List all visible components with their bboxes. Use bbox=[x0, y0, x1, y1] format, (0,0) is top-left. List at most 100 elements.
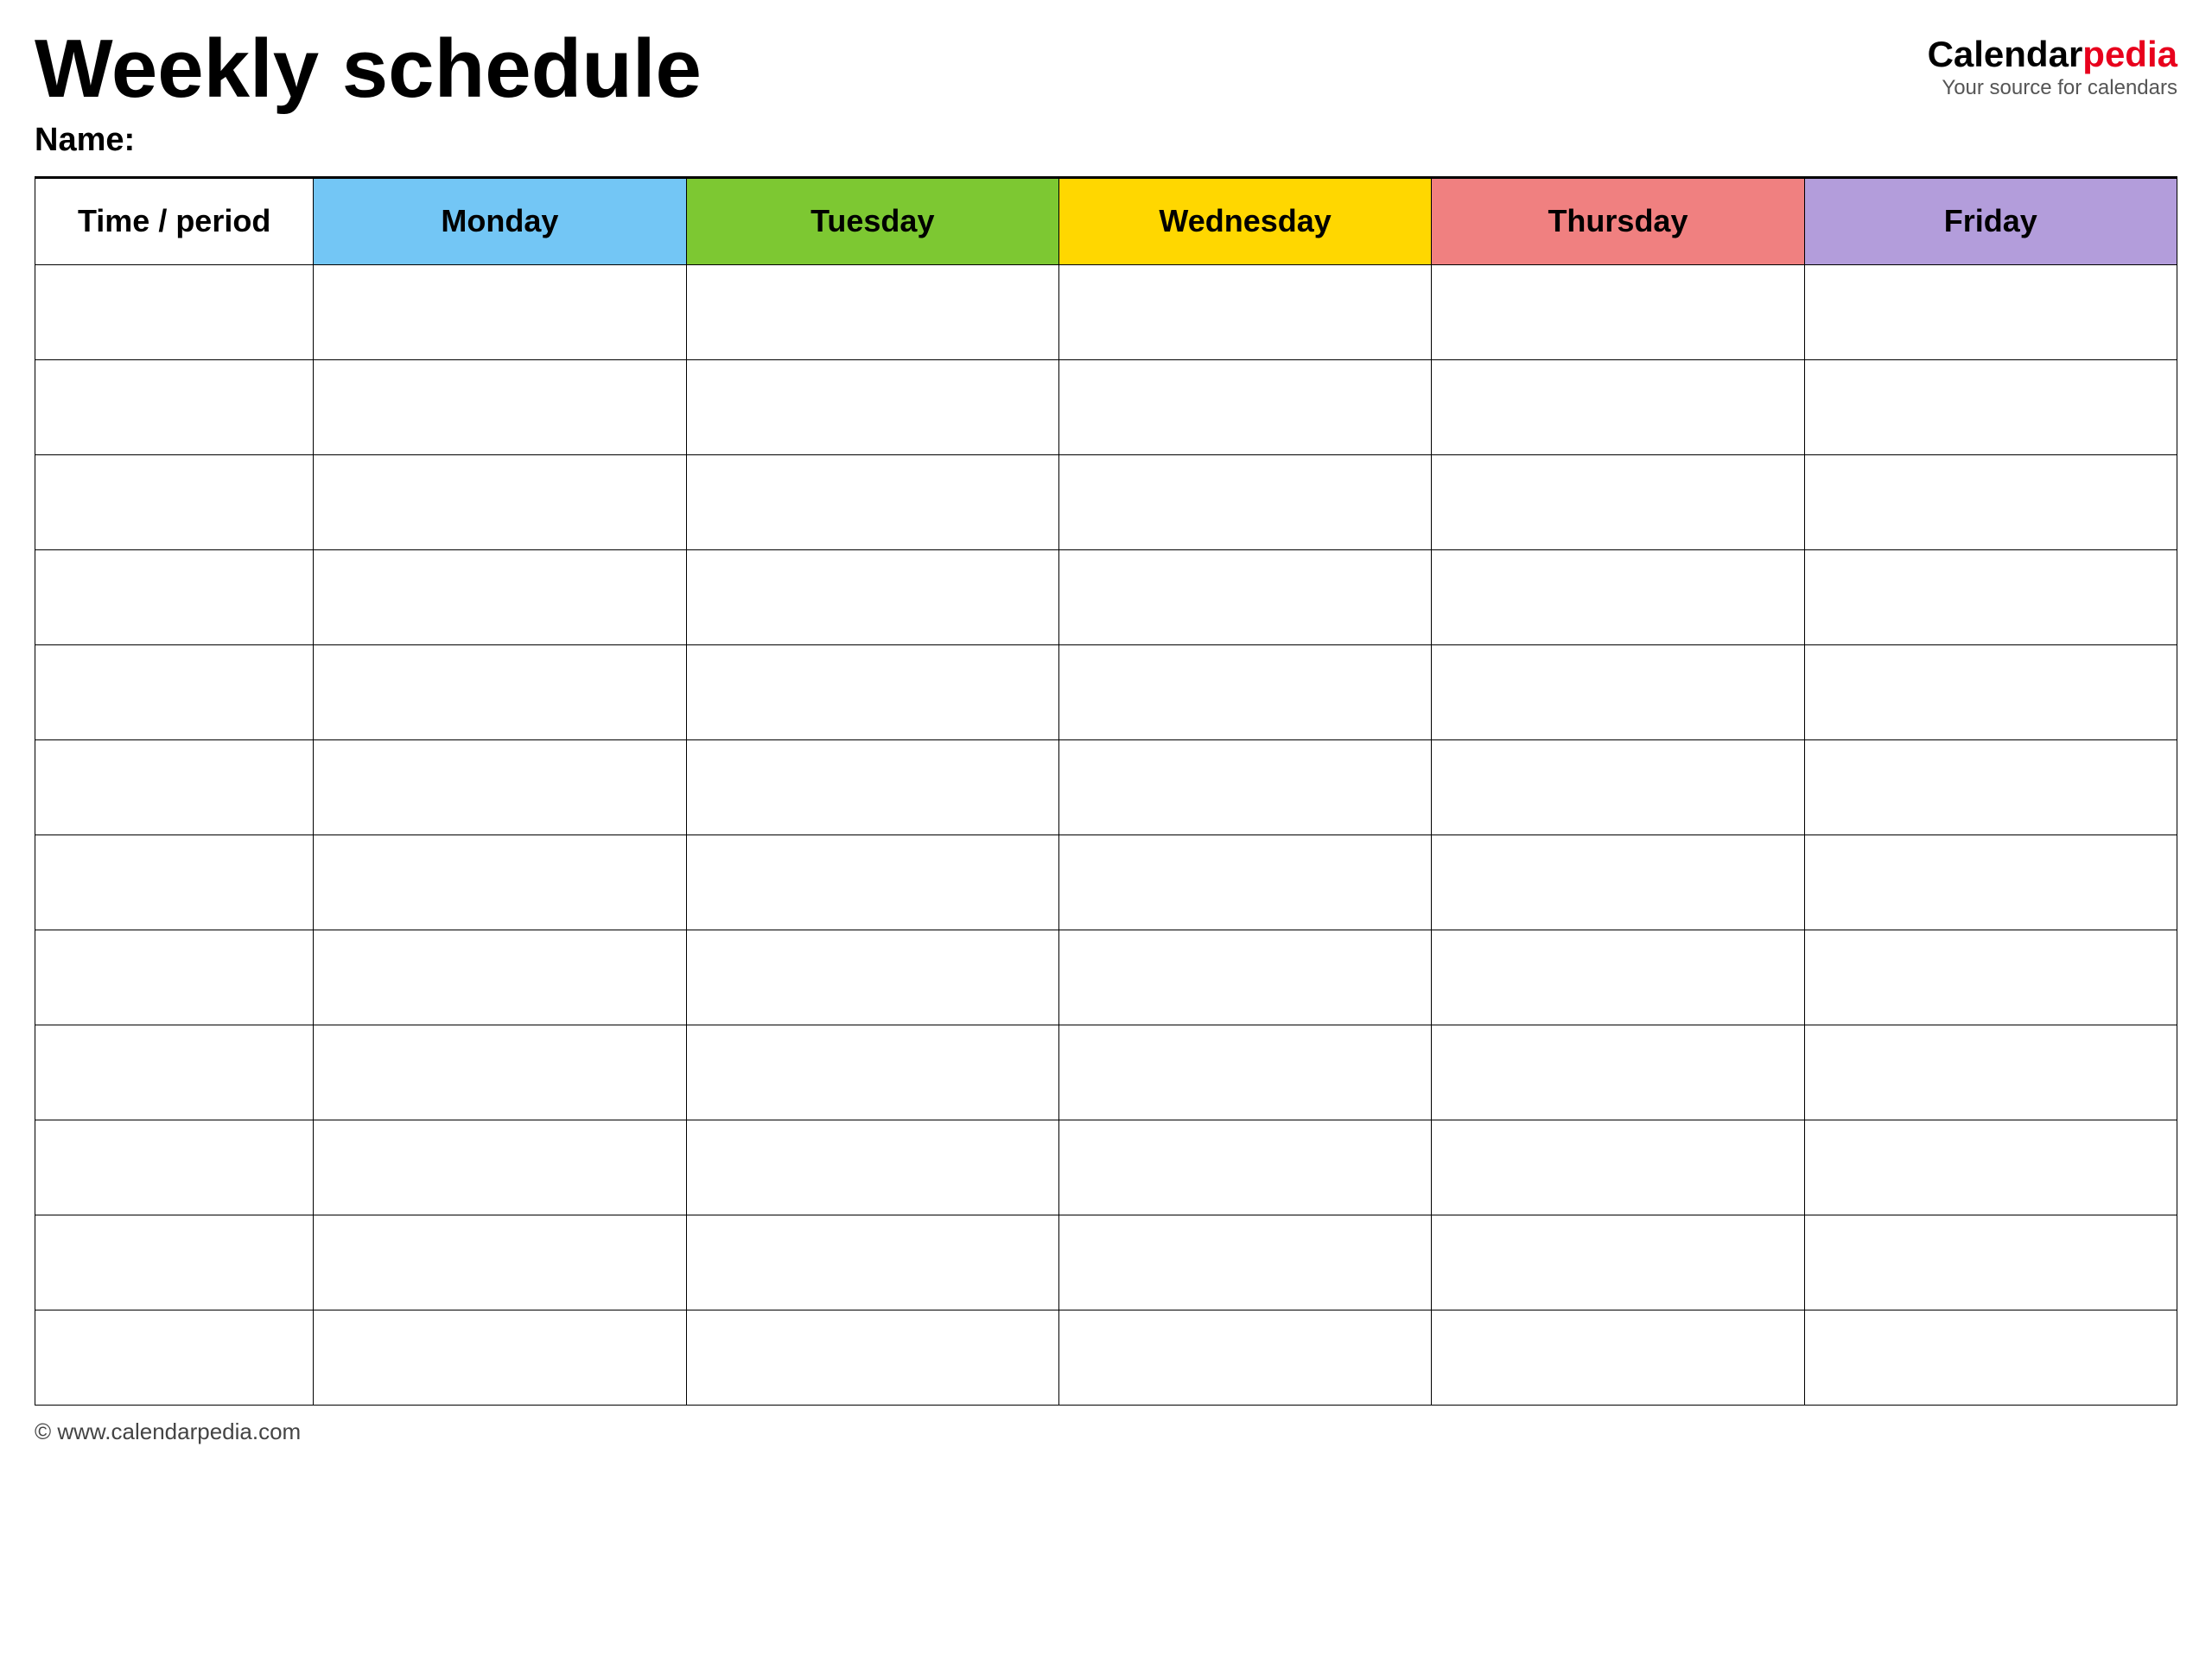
table-cell[interactable] bbox=[314, 359, 686, 454]
table-cell[interactable] bbox=[1058, 1310, 1431, 1405]
table-cell[interactable] bbox=[35, 644, 314, 739]
col-header-monday: Monday bbox=[314, 178, 686, 264]
table-cell[interactable] bbox=[686, 359, 1058, 454]
col-header-time: Time / period bbox=[35, 178, 314, 264]
table-cell[interactable] bbox=[35, 1025, 314, 1120]
table-cell[interactable] bbox=[1058, 739, 1431, 834]
table-cell[interactable] bbox=[1432, 644, 1804, 739]
table-cell[interactable] bbox=[314, 1025, 686, 1120]
table-cell[interactable] bbox=[35, 834, 314, 930]
table-cell[interactable] bbox=[35, 264, 314, 359]
table-row bbox=[35, 1215, 2177, 1310]
table-cell[interactable] bbox=[314, 1120, 686, 1215]
table-cell[interactable] bbox=[1804, 1025, 2177, 1120]
table-cell[interactable] bbox=[686, 454, 1058, 549]
footer-url: © www.calendarpedia.com bbox=[35, 1418, 301, 1444]
table-cell[interactable] bbox=[314, 454, 686, 549]
table-row bbox=[35, 454, 2177, 549]
col-header-thursday: Thursday bbox=[1432, 178, 1804, 264]
table-cell[interactable] bbox=[1432, 1215, 1804, 1310]
table-cell[interactable] bbox=[1058, 644, 1431, 739]
table-cell[interactable] bbox=[314, 549, 686, 644]
table-cell[interactable] bbox=[1432, 1310, 1804, 1405]
col-header-friday: Friday bbox=[1804, 178, 2177, 264]
table-cell[interactable] bbox=[686, 1310, 1058, 1405]
table-row bbox=[35, 1310, 2177, 1405]
table-cell[interactable] bbox=[314, 264, 686, 359]
table-cell[interactable] bbox=[314, 739, 686, 834]
table-cell[interactable] bbox=[1058, 549, 1431, 644]
table-row bbox=[35, 739, 2177, 834]
table-cell[interactable] bbox=[686, 264, 1058, 359]
table-cell[interactable] bbox=[1432, 739, 1804, 834]
table-cell[interactable] bbox=[1058, 1025, 1431, 1120]
footer: © www.calendarpedia.com bbox=[35, 1418, 2177, 1445]
table-cell[interactable] bbox=[1058, 930, 1431, 1025]
table-cell[interactable] bbox=[314, 1215, 686, 1310]
schedule-table: Time / period Monday Tuesday Wednesday T… bbox=[35, 178, 2177, 1406]
table-cell[interactable] bbox=[1804, 834, 2177, 930]
table-cell[interactable] bbox=[1058, 264, 1431, 359]
table-cell[interactable] bbox=[1058, 1215, 1431, 1310]
page-header: Weekly schedule Name: Calendarpedia Your… bbox=[35, 26, 2177, 159]
table-cell[interactable] bbox=[1804, 359, 2177, 454]
table-row bbox=[35, 359, 2177, 454]
table-cell[interactable] bbox=[35, 1215, 314, 1310]
table-row bbox=[35, 264, 2177, 359]
table-cell[interactable] bbox=[35, 1120, 314, 1215]
table-row bbox=[35, 549, 2177, 644]
table-cell[interactable] bbox=[686, 1215, 1058, 1310]
table-cell[interactable] bbox=[1058, 834, 1431, 930]
col-header-tuesday: Tuesday bbox=[686, 178, 1058, 264]
table-cell[interactable] bbox=[1432, 264, 1804, 359]
table-cell[interactable] bbox=[1804, 644, 2177, 739]
table-cell[interactable] bbox=[686, 1120, 1058, 1215]
name-label: Name: bbox=[35, 122, 702, 159]
table-cell[interactable] bbox=[1058, 454, 1431, 549]
table-row bbox=[35, 930, 2177, 1025]
table-header-row: Time / period Monday Tuesday Wednesday T… bbox=[35, 178, 2177, 264]
table-cell[interactable] bbox=[686, 1025, 1058, 1120]
table-cell[interactable] bbox=[314, 644, 686, 739]
table-cell[interactable] bbox=[1804, 739, 2177, 834]
col-header-wednesday: Wednesday bbox=[1058, 178, 1431, 264]
table-cell[interactable] bbox=[1804, 549, 2177, 644]
table-cell[interactable] bbox=[686, 930, 1058, 1025]
table-cell[interactable] bbox=[1804, 1310, 2177, 1405]
table-cell[interactable] bbox=[686, 644, 1058, 739]
table-cell[interactable] bbox=[314, 1310, 686, 1405]
table-cell[interactable] bbox=[1432, 834, 1804, 930]
table-cell[interactable] bbox=[35, 359, 314, 454]
table-cell[interactable] bbox=[686, 739, 1058, 834]
table-cell[interactable] bbox=[1804, 454, 2177, 549]
table-cell[interactable] bbox=[1058, 1120, 1431, 1215]
table-cell[interactable] bbox=[1804, 1215, 2177, 1310]
table-row bbox=[35, 644, 2177, 739]
logo-area: Calendarpedia Your source for calendars bbox=[1928, 26, 2177, 100]
table-cell[interactable] bbox=[686, 549, 1058, 644]
table-cell[interactable] bbox=[35, 930, 314, 1025]
table-cell[interactable] bbox=[35, 1310, 314, 1405]
table-row bbox=[35, 1025, 2177, 1120]
logo-tagline: Your source for calendars bbox=[1942, 76, 2177, 100]
title-area: Weekly schedule Name: bbox=[35, 26, 702, 159]
table-row bbox=[35, 1120, 2177, 1215]
table-cell[interactable] bbox=[314, 834, 686, 930]
table-cell[interactable] bbox=[314, 930, 686, 1025]
table-cell[interactable] bbox=[1804, 264, 2177, 359]
logo-text: Calendarpedia bbox=[1928, 35, 2177, 74]
table-cell[interactable] bbox=[1432, 359, 1804, 454]
table-cell[interactable] bbox=[1432, 1120, 1804, 1215]
table-cell[interactable] bbox=[35, 739, 314, 834]
table-cell[interactable] bbox=[1804, 930, 2177, 1025]
table-cell[interactable] bbox=[1432, 454, 1804, 549]
table-cell[interactable] bbox=[1432, 930, 1804, 1025]
page-title: Weekly schedule bbox=[35, 26, 702, 113]
table-cell[interactable] bbox=[1058, 359, 1431, 454]
table-cell[interactable] bbox=[1804, 1120, 2177, 1215]
table-cell[interactable] bbox=[686, 834, 1058, 930]
table-cell[interactable] bbox=[1432, 549, 1804, 644]
table-cell[interactable] bbox=[35, 549, 314, 644]
table-cell[interactable] bbox=[1432, 1025, 1804, 1120]
table-cell[interactable] bbox=[35, 454, 314, 549]
